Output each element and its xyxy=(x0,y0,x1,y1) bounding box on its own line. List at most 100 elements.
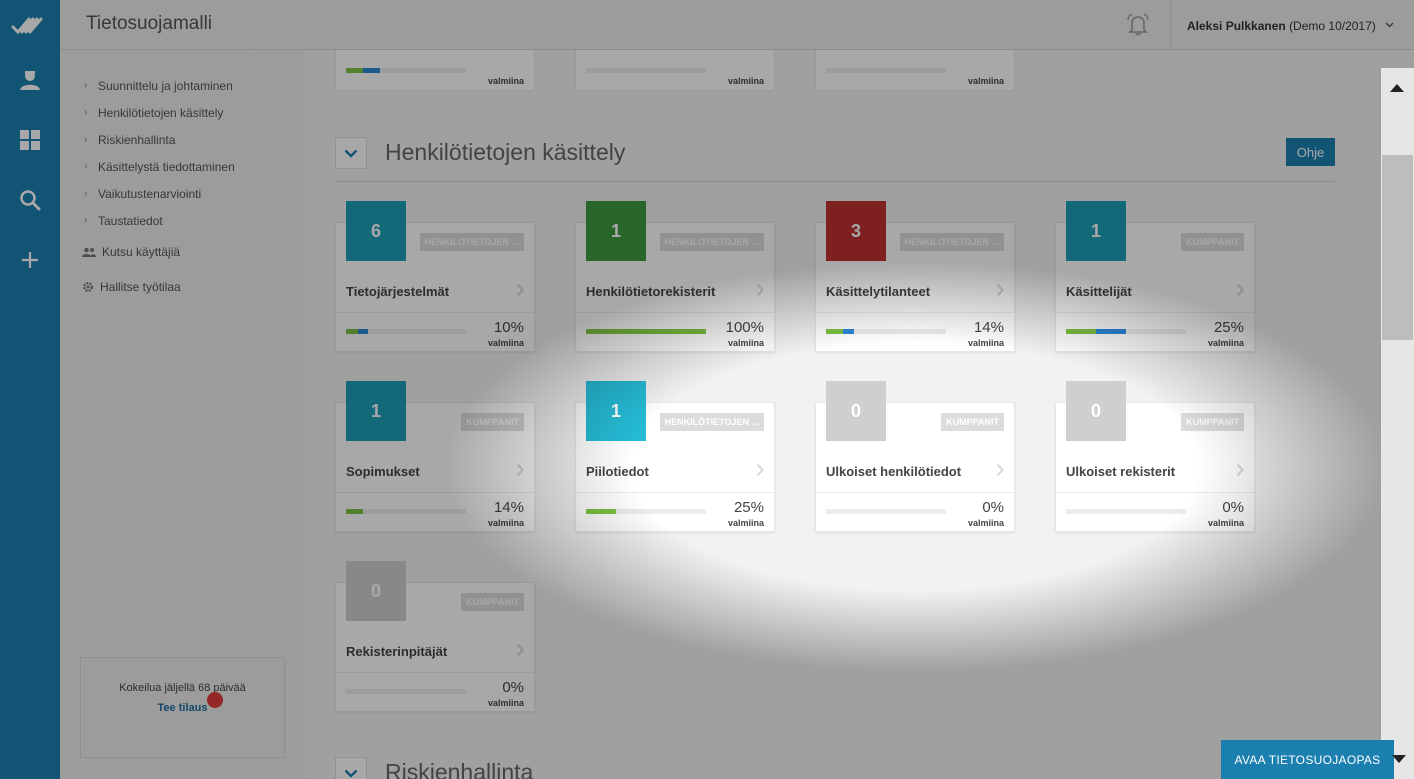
progress-percent: 14% xyxy=(973,319,1004,336)
valmiina-label: valmiina xyxy=(727,76,764,86)
chevron-right-icon[interactable] xyxy=(516,643,524,662)
count-badge: 1 xyxy=(586,201,646,261)
valmiina-label: valmiina xyxy=(487,338,524,348)
progress-percent: 0% xyxy=(1222,499,1244,516)
bell-icon[interactable] xyxy=(1124,11,1152,44)
chevron-right-icon[interactable] xyxy=(1236,283,1244,302)
sidebar-item-label: Taustatiedot xyxy=(98,213,163,228)
chevron-right-icon[interactable] xyxy=(996,283,1004,302)
card-divider xyxy=(816,492,1014,493)
card-divider xyxy=(336,672,534,673)
left-rail xyxy=(0,0,60,779)
sidebar: › Suunnittelu ja johtaminen › Henkilötieto… xyxy=(60,50,305,779)
card-title: Sopimukset xyxy=(346,464,420,479)
progress-percent: 10% xyxy=(493,319,524,336)
progress-percent: 25% xyxy=(733,499,764,516)
help-button[interactable]: Ohje xyxy=(1286,138,1335,166)
scrollbar[interactable] xyxy=(1381,68,1414,779)
scroll-up-icon[interactable] xyxy=(1390,84,1404,92)
user-icon[interactable] xyxy=(0,50,60,110)
progress-bar xyxy=(1066,509,1186,514)
valmiina-label: valmiina xyxy=(487,698,524,708)
category-card[interactable]: 3 HENKILÖTIETOJEN ... Käsittelytilanteet 14… xyxy=(815,201,1015,352)
chevron-right-icon[interactable] xyxy=(756,283,764,302)
card-divider xyxy=(1056,492,1254,493)
card-title: Henkilötietorekisterit xyxy=(586,284,716,299)
sidebar-item-label: Käsittelystä tiedottaminen xyxy=(98,159,235,174)
notification-dot xyxy=(207,692,223,708)
scroll-down-icon[interactable] xyxy=(1392,755,1406,763)
card-title: Käsittelytilanteet xyxy=(826,284,931,299)
category-card[interactable]: 0 KUMPPANIT Ulkoiset rekisterit 0% valmiina xyxy=(1055,381,1255,532)
user-menu[interactable]: Aleksi Pulkkanen (Demo 10/2017) xyxy=(1187,17,1394,33)
progress-bar xyxy=(346,689,466,694)
partial-card[interactable]: valmiina xyxy=(815,50,1015,91)
valmiina-label: valmiina xyxy=(1207,338,1244,348)
chevron-down-icon xyxy=(344,769,358,778)
trial-box: Kokeilua jäljellä 68 päivää Tee tilaus xyxy=(80,657,285,758)
card-title: Käsittelijät xyxy=(1066,284,1132,299)
progress-bar xyxy=(346,509,466,514)
card-divider xyxy=(576,492,774,493)
sidebar-item[interactable]: › Taustatiedot xyxy=(84,207,235,234)
category-card[interactable]: 1 KUMPPANIT Sopimukset 14% valmiina xyxy=(335,381,535,532)
search-icon[interactable] xyxy=(0,170,60,230)
order-link[interactable]: Tee tilaus xyxy=(81,702,284,714)
category-tag: KUMPPANIT xyxy=(1181,233,1244,251)
progress-bar xyxy=(586,329,706,334)
invite-users-link[interactable]: Kutsu käyttäjiä xyxy=(82,245,180,259)
category-card[interactable]: 1 HENKILÖTIETOJEN ... Henkilötietorekister… xyxy=(575,201,775,352)
category-card[interactable]: 0 KUMPPANIT Ulkoiset henkilötiedot 0% valmii… xyxy=(815,381,1015,532)
open-guide-button[interactable]: AVAA TIETOSUOJAOPAS xyxy=(1221,740,1394,779)
chevron-right-icon[interactable] xyxy=(1236,463,1244,482)
add-icon[interactable] xyxy=(0,230,60,290)
chevron-right-icon[interactable] xyxy=(516,463,524,482)
count-badge: 0 xyxy=(826,381,886,441)
category-tag: KUMPPANIT xyxy=(461,413,524,431)
count-badge: 0 xyxy=(346,561,406,621)
chevron-right-icon[interactable] xyxy=(516,283,524,302)
card-title: Tietojärjestelmät xyxy=(346,284,450,299)
card-divider xyxy=(1056,312,1254,313)
chevron-right-icon[interactable] xyxy=(756,463,764,482)
progress-percent: 0% xyxy=(982,499,1004,516)
category-tag: HENKILÖTIETOJEN ... xyxy=(659,413,764,431)
valmiina-label: valmiina xyxy=(967,338,1004,348)
sidebar-item[interactable]: › Henkilötietojen käsittely xyxy=(84,99,235,126)
partial-card[interactable]: valmiina xyxy=(575,50,775,91)
progress-percent: 100% xyxy=(725,319,764,336)
section-toggle[interactable] xyxy=(335,137,367,169)
progress-percent: 25% xyxy=(1213,319,1244,336)
category-card[interactable]: 0 KUMPPANIT Rekisterinpitäjät 0% valmiina xyxy=(335,561,535,712)
dashboard-icon[interactable] xyxy=(0,110,60,170)
card-divider xyxy=(816,312,1014,313)
progress-bar xyxy=(586,68,706,73)
section-toggle[interactable] xyxy=(335,757,367,779)
sidebar-item-label: Vaikutustenarviointi xyxy=(98,186,202,201)
valmiina-label: valmiina xyxy=(727,518,764,528)
category-card[interactable]: 1 KUMPPANIT Käsittelijät 25% valmiina xyxy=(1055,201,1255,352)
category-tag: KUMPPANIT xyxy=(461,593,524,611)
progress-percent: 0% xyxy=(502,679,524,696)
category-card[interactable]: 1 HENKILÖTIETOJEN ... Piilotiedot 25% valmii… xyxy=(575,381,775,532)
card-divider xyxy=(336,312,534,313)
gear-icon xyxy=(83,282,93,292)
count-badge: 1 xyxy=(346,381,406,441)
sidebar-item[interactable]: › Vaikutustenarviointi xyxy=(84,180,235,207)
category-card[interactable]: 6 HENKILÖTIETOJEN ... Tietojärjestelmät 10%… xyxy=(335,201,535,352)
sidebar-item[interactable]: › Suunnittelu ja johtaminen xyxy=(84,72,235,99)
progress-bar xyxy=(826,509,946,514)
sidebar-item[interactable]: › Riskienhallinta xyxy=(84,126,235,153)
chevron-right-icon[interactable] xyxy=(996,463,1004,482)
partial-card[interactable]: valmiina xyxy=(335,50,535,91)
count-badge: 0 xyxy=(1066,381,1126,441)
section-divider xyxy=(335,181,1335,182)
valmiina-label: valmiina xyxy=(967,518,1004,528)
manage-workspace-link[interactable]: Hallitse työtilaa xyxy=(82,280,181,294)
logo-icon[interactable] xyxy=(0,0,60,50)
chevron-right-icon: › xyxy=(84,80,88,91)
category-tag: KUMPPANIT xyxy=(941,413,1004,431)
sidebar-item[interactable]: › Käsittelystä tiedottaminen xyxy=(84,153,235,180)
scrollbar-thumb[interactable] xyxy=(1382,155,1413,340)
user-name: Aleksi Pulkkanen xyxy=(1187,19,1286,33)
